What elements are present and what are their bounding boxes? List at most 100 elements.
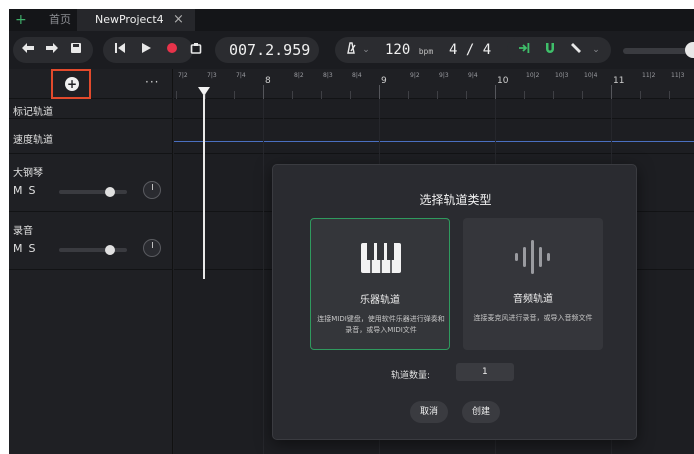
skip-back-icon[interactable] — [111, 37, 129, 63]
mute-button[interactable]: M — [13, 242, 29, 255]
track-name: 大钢琴 — [13, 168, 43, 179]
ruler-label: 9 — [381, 76, 387, 86]
tempo-curve[interactable] — [174, 141, 694, 142]
loop-icon[interactable] — [187, 37, 205, 63]
volume-slider[interactable] — [59, 190, 127, 194]
ruler-tick — [263, 85, 264, 99]
dialog-title: 选择轨道类型 — [419, 193, 492, 207]
ruler-tick — [582, 91, 583, 99]
audio-track-desc: 连接麦克风进行录音，或导入音频文件 — [473, 314, 593, 322]
redo-icon[interactable] — [43, 37, 61, 63]
undo-icon[interactable] — [19, 37, 37, 63]
ruler-tick — [553, 91, 554, 99]
track-header-panel: + ··· 标记轨道 速度轨道 大钢琴 MS 录音 MS — [9, 69, 173, 454]
pan-knob[interactable] — [143, 181, 161, 199]
ruler-tick — [437, 91, 438, 99]
record-icon[interactable] — [163, 37, 181, 63]
tool-dropdown-icon[interactable]: ⌄ — [589, 37, 603, 63]
track-name: 录音 — [13, 226, 33, 237]
mute-solo-buttons[interactable]: MS — [13, 184, 41, 197]
instrument-track-title: 乐器轨道 — [360, 295, 400, 306]
time-signature[interactable]: 4 / 4 — [449, 37, 491, 63]
playhead-line[interactable] — [203, 95, 205, 279]
ruler-tick — [611, 85, 612, 99]
create-button[interactable]: 创建 — [462, 401, 500, 423]
more-options-icon[interactable]: ··· — [145, 75, 159, 89]
ruler-tick — [292, 91, 293, 99]
bar-gridline — [263, 99, 264, 454]
waveform-icon — [515, 240, 550, 274]
ruler-tick — [234, 91, 235, 99]
tempo-unit: bpm — [418, 47, 434, 56]
volume-knob[interactable] — [105, 245, 115, 255]
zoom-slider-knob[interactable] — [685, 42, 694, 58]
ruler-label: 10|4 — [584, 72, 598, 79]
tempo-track-header[interactable]: 速度轨道 — [9, 119, 173, 154]
time-readout: 007.2.959 — [229, 41, 311, 59]
marker-track-label: 标记轨道 — [13, 107, 53, 118]
save-icon[interactable] — [67, 37, 85, 63]
volume-slider[interactable] — [59, 248, 127, 252]
tempo-lane[interactable] — [174, 119, 694, 154]
track-count-label: 轨道数量: — [391, 371, 431, 381]
mute-button[interactable]: M — [13, 184, 29, 197]
ruler-label: 8 — [265, 76, 271, 86]
tab-project-label: NewProject4 — [95, 13, 164, 26]
ruler-tick — [669, 91, 670, 99]
solo-button[interactable]: S — [29, 184, 42, 197]
audio-track-title: 音频轨道 — [513, 294, 553, 305]
ruler-label: 9|4 — [468, 72, 478, 79]
volume-knob[interactable] — [105, 187, 115, 197]
add-track-button[interactable]: + — [51, 69, 91, 99]
mute-solo-buttons[interactable]: MS — [13, 242, 41, 255]
pencil-icon[interactable] — [567, 37, 585, 63]
track-count-input[interactable]: 1 — [456, 363, 514, 381]
marker-lane[interactable] — [174, 99, 694, 119]
ruler-label: 10|2 — [526, 72, 540, 79]
ruler-tick — [350, 91, 351, 99]
ruler-label: 11|2 — [642, 72, 656, 79]
transport-toolbar: 007.2.959 ⌄ 120 bpm 4 / 4 ⌄ — [9, 31, 694, 69]
ruler-tick — [408, 91, 409, 99]
new-tab-button[interactable]: + — [15, 9, 27, 31]
tempo-number: 120 — [385, 42, 411, 58]
ruler-label: 11 — [613, 76, 625, 86]
track-type-dialog: 选择轨道类型 乐器轨道 连接MIDI键盘，使用软件乐器进行弹奏和录音，或导入MI… — [272, 164, 637, 440]
zoom-slider[interactable] — [623, 48, 694, 54]
ruler-tick — [524, 91, 525, 99]
solo-button[interactable]: S — [29, 242, 42, 255]
magnet-icon[interactable] — [541, 37, 559, 63]
piano-keys-icon — [361, 243, 401, 273]
marker-track-header[interactable]: 标记轨道 — [9, 99, 173, 119]
ruler-label: 10|3 — [555, 72, 569, 79]
timeline-ruler[interactable]: 7|2 7|3 7|4 8 8|2 8|3 8|4 9 9|2 9|3 9|4 10 10|2 10|3 1… — [174, 69, 694, 99]
ruler-tick — [176, 91, 177, 99]
metronome-icon[interactable] — [343, 37, 359, 63]
ruler-tick — [379, 85, 380, 99]
track-panel-header: + ··· — [9, 69, 173, 99]
plus-circle-icon: + — [65, 77, 79, 91]
audio-track-option[interactable]: 音频轨道 连接麦克风进行录音，或导入音频文件 — [463, 218, 603, 350]
cancel-button[interactable]: 取消 — [410, 401, 448, 423]
tempo-track-label: 速度轨道 — [13, 135, 53, 146]
chevron-down-icon[interactable]: ⌄ — [359, 37, 373, 63]
ruler-label: 9|2 — [410, 72, 420, 79]
track-header[interactable]: 大钢琴 MS — [9, 154, 173, 212]
instrument-track-option[interactable]: 乐器轨道 连接MIDI键盘，使用软件乐器进行弹奏和录音，或导入MIDI文件 — [310, 218, 450, 350]
tempo-value[interactable]: 120 bpm — [385, 37, 433, 63]
ruler-tick — [495, 85, 496, 99]
track-header[interactable]: 录音 MS — [9, 212, 173, 270]
play-icon[interactable] — [137, 37, 155, 63]
ruler-tick — [640, 91, 641, 99]
ruler-label: 10 — [497, 76, 509, 86]
ruler-label: 7|2 — [178, 72, 188, 79]
pan-knob[interactable] — [143, 239, 161, 257]
ruler-label: 8|2 — [294, 72, 304, 79]
tab-bar: + 首页 NewProject4 × — [9, 9, 694, 31]
ruler-label: 8|4 — [352, 72, 362, 79]
tab-home[interactable]: 首页 — [49, 9, 71, 31]
close-tab-icon[interactable]: × — [173, 9, 184, 31]
instrument-track-desc: 连接MIDI键盘，使用软件乐器进行弹奏和录音，或导入MIDI文件 — [317, 315, 445, 334]
ruler-label: 9|3 — [439, 72, 449, 79]
snap-icon[interactable] — [515, 37, 533, 63]
